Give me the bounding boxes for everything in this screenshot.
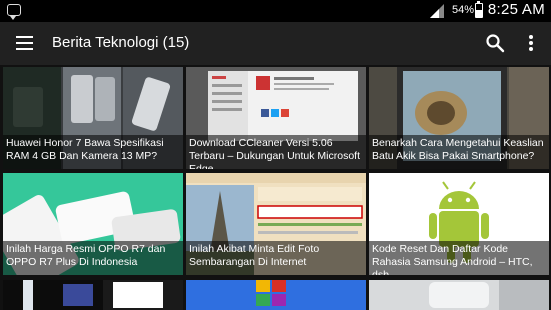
article-card[interactable]: Inilah Akibat Minta Edit Foto Sembaranga… — [186, 173, 366, 275]
battery-icon — [475, 1, 483, 18]
article-card[interactable]: Benarkah Cara Mengetahui Keaslian Batu A… — [369, 67, 549, 169]
article-title: Inilah Akibat Minta Edit Foto Sembaranga… — [186, 241, 366, 275]
article-card[interactable]: Inilah Harga Resmi OPPO R7 dan OPPO R7 P… — [3, 173, 183, 275]
article-thumbnail — [186, 280, 366, 310]
article-card[interactable]: Huawei Honor 7 Bawa Spesifikasi RAM 4 GB… — [3, 67, 183, 169]
article-title: Inilah Harga Resmi OPPO R7 dan OPPO R7 P… — [3, 241, 183, 275]
article-card[interactable] — [3, 280, 183, 310]
article-card[interactable]: Download CCleaner Versi 5.06 Terbaru – D… — [186, 67, 366, 169]
chat-notification-icon — [7, 4, 21, 20]
status-bar: 54% 8:25 AM — [0, 0, 551, 22]
article-card[interactable] — [186, 280, 366, 310]
status-clock: 8:25 AM — [487, 1, 545, 18]
signal-icon — [430, 4, 444, 18]
article-card[interactable]: Kode Reset Dan Daftar Kode Rahasia Samsu… — [369, 173, 549, 275]
menu-icon[interactable] — [16, 36, 33, 50]
search-icon[interactable] — [485, 33, 505, 53]
more-vert-icon[interactable] — [526, 33, 536, 53]
article-thumbnail — [369, 280, 549, 310]
article-card[interactable] — [369, 280, 549, 310]
app-toolbar: Berita Teknologi (15) — [0, 22, 551, 65]
battery-percent: 54% — [452, 4, 475, 16]
page-title: Berita Teknologi (15) — [52, 34, 190, 51]
article-title: Huawei Honor 7 Bawa Spesifikasi RAM 4 GB… — [3, 135, 183, 169]
article-thumbnail — [3, 280, 183, 310]
article-title: Kode Reset Dan Daftar Kode Rahasia Samsu… — [369, 241, 549, 275]
article-title: Benarkah Cara Mengetahui Keaslian Batu A… — [369, 135, 549, 169]
article-title: Download CCleaner Versi 5.06 Terbaru – D… — [186, 135, 366, 169]
